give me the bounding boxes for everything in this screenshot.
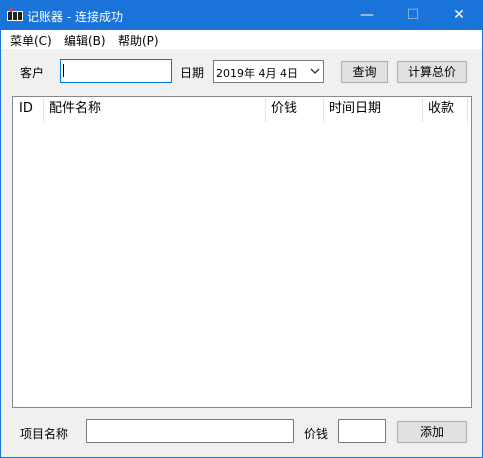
date-value: 2019年 4月 4日 [216, 67, 298, 80]
column-header-id[interactable]: ID [14, 98, 44, 122]
menu-item-menu[interactable]: 菜单(C) [10, 32, 52, 49]
calculate-total-button[interactable]: 计算总价 [397, 61, 467, 83]
menu-item-edit[interactable]: 编辑(B) [64, 32, 106, 49]
window-title: 记账器 - 连接成功 [27, 10, 123, 24]
date-label: 日期 [180, 66, 205, 80]
query-button[interactable]: 查询 [341, 61, 388, 83]
main-window: 记账器 - 连接成功 — ☐ ✕ 菜单(C) 编辑(B) 帮助(P) 客户 日期… [0, 0, 483, 458]
column-header-price[interactable]: 价钱 [266, 98, 324, 122]
records-list[interactable]: ID 配件名称 价钱 时间日期 收款 [12, 96, 472, 408]
column-header-payment[interactable]: 收款 [423, 98, 468, 122]
ledger-app-icon [7, 8, 23, 21]
add-button[interactable]: 添加 [397, 421, 467, 443]
title-bar[interactable]: 记账器 - 连接成功 — ☐ ✕ [1, 1, 482, 30]
date-picker[interactable]: 2019年 4月 4日 [213, 60, 324, 83]
item-name-label: 项目名称 [20, 427, 69, 441]
column-header-part-name[interactable]: 配件名称 [44, 98, 266, 122]
item-name-input[interactable] [86, 419, 294, 443]
column-header-datetime[interactable]: 时间日期 [324, 98, 423, 122]
price-input[interactable] [338, 419, 386, 443]
customer-input[interactable] [60, 59, 172, 83]
chevron-down-icon[interactable] [310, 67, 320, 75]
text-caret [63, 64, 64, 77]
close-button[interactable]: ✕ [436, 1, 482, 30]
maximize-button[interactable]: ☐ [390, 1, 436, 30]
price-label: 价钱 [304, 427, 329, 441]
minimize-button[interactable]: — [344, 1, 390, 30]
menu-bar: 菜单(C) 编辑(B) 帮助(P) [1, 30, 482, 49]
menu-item-help[interactable]: 帮助(P) [118, 32, 159, 49]
customer-label: 客户 [20, 66, 45, 80]
